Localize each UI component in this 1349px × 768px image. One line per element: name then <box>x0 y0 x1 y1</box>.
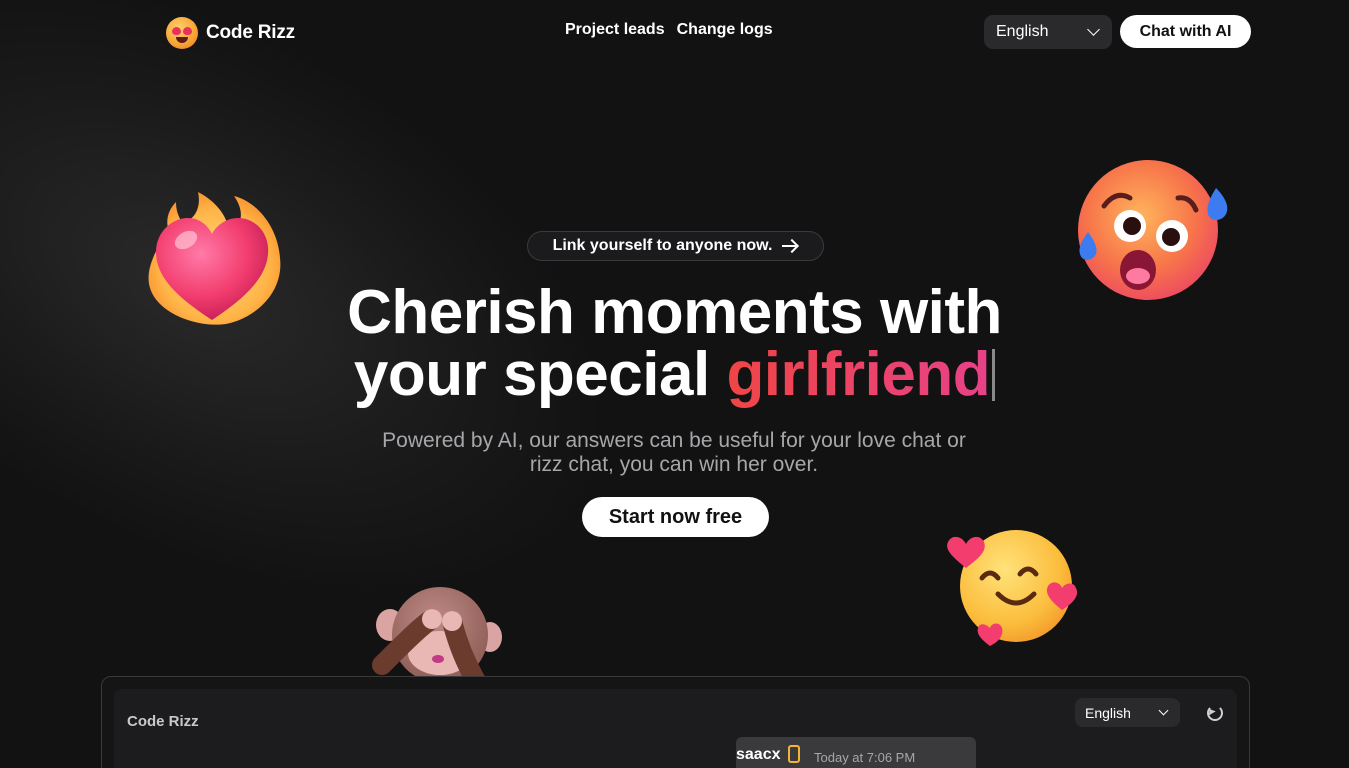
preview-app-title: Code Rizz <box>127 713 199 730</box>
preview-language-value: English <box>1085 704 1131 721</box>
smiling-face-with-heart-eyes-icon <box>166 17 198 49</box>
smiling-face-with-hearts-icon <box>947 530 1078 646</box>
nav-link-change-logs[interactable]: Change logs <box>677 21 773 39</box>
logo[interactable]: Code Rizz <box>166 17 295 49</box>
headline-highlight: girlfriend <box>726 340 991 409</box>
chevron-down-icon <box>1087 23 1100 36</box>
anxious-face-with-sweat-icon <box>1078 160 1228 300</box>
preview-language-select[interactable]: English <box>1075 698 1180 727</box>
headline-line-2: your special <box>353 340 727 409</box>
top-header: Code Rizz Project leads Change logs Engl… <box>0 0 1349 64</box>
main-nav: Project leads Change logs <box>565 21 773 39</box>
message-card: saacx Today at 7:06 PM <box>736 737 976 768</box>
announcement-pill[interactable]: Link yourself to anyone now. <box>527 231 824 261</box>
heart-on-fire-icon <box>148 192 281 325</box>
nav-link-project-leads[interactable]: Project leads <box>565 21 665 39</box>
start-now-free-button[interactable]: Start now free <box>582 497 769 537</box>
language-select[interactable]: English <box>984 15 1112 49</box>
language-select-value: English <box>996 23 1049 40</box>
message-timestamp: Today at 7:06 PM <box>814 750 916 765</box>
arrow-right-icon <box>782 240 798 252</box>
chat-with-ai-button[interactable]: Chat with AI <box>1120 15 1251 48</box>
chevron-down-icon <box>1158 705 1169 716</box>
typing-caret <box>992 349 996 401</box>
refresh-icon[interactable] <box>1207 705 1223 721</box>
hero-subtitle: Powered by AI, our answers can be useful… <box>382 429 966 476</box>
headline-line-1: Cherish moments with <box>347 278 1002 347</box>
message-username: saacx <box>736 746 781 763</box>
announcement-text: Link yourself to anyone now. <box>552 237 773 254</box>
app-preview-window: Code Rizz English saacx Today at 7:06 PM <box>114 689 1237 768</box>
app-preview-panel: Code Rizz English saacx Today at 7:06 PM <box>101 676 1250 768</box>
brand-name: Code Rizz <box>206 22 295 43</box>
phone-icon <box>788 745 800 763</box>
